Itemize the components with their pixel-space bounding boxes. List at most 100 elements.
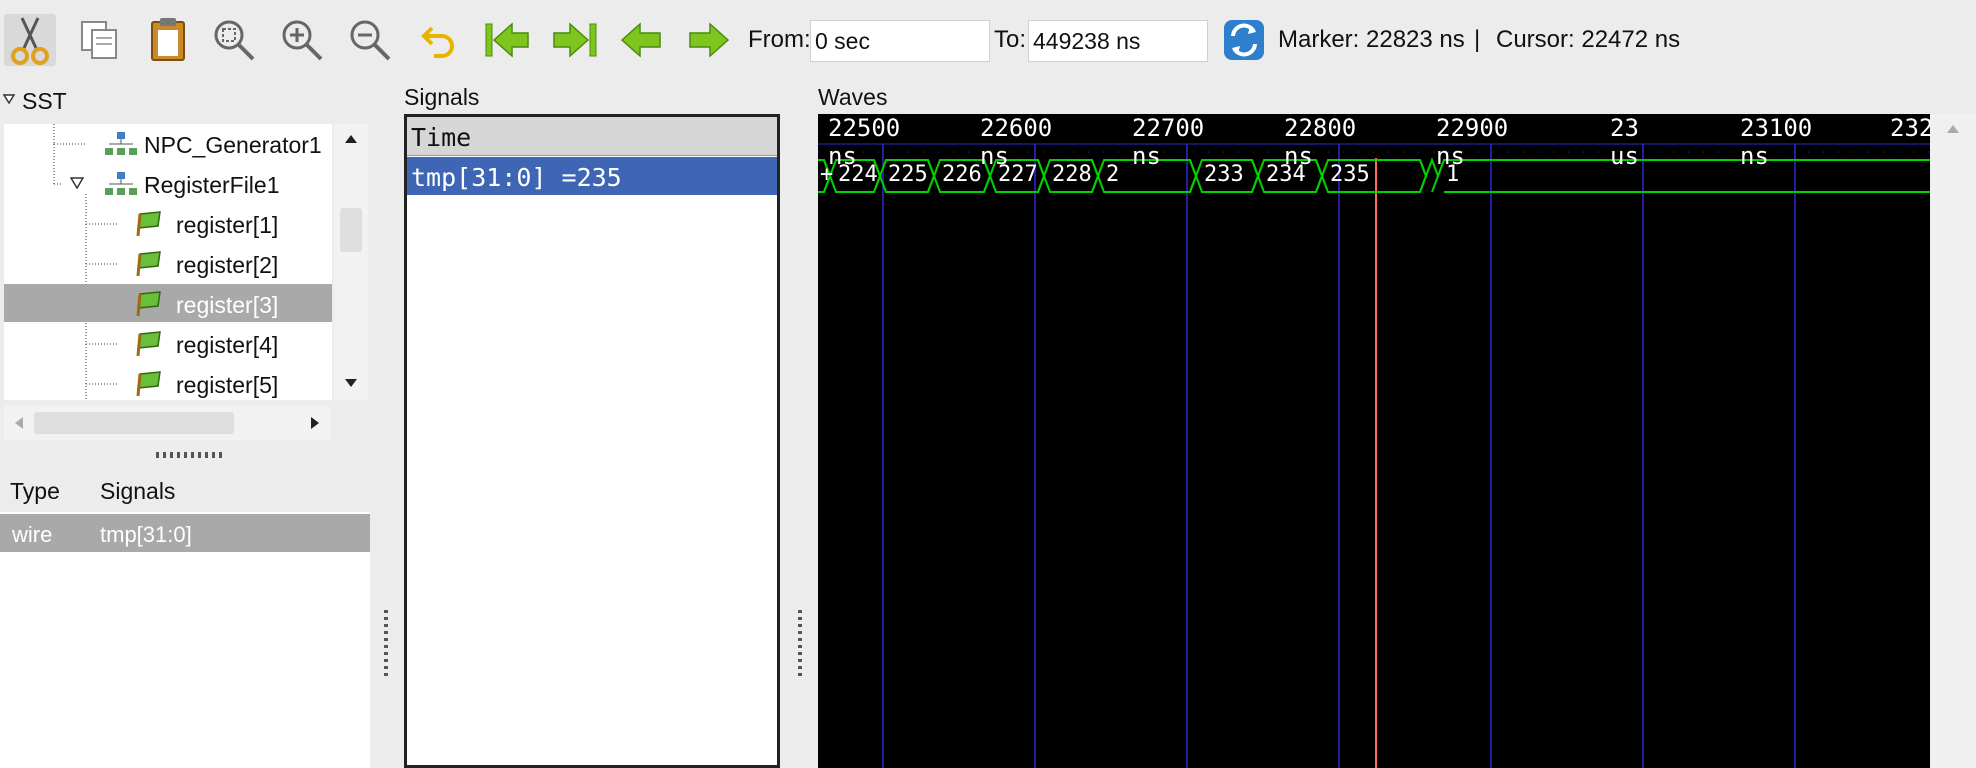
time-tick: 232	[1890, 114, 1930, 142]
splitter-grip-middle[interactable]	[798, 610, 802, 676]
zoom-out-icon	[350, 20, 391, 61]
reload-button[interactable]	[1218, 14, 1270, 66]
tree-item-label: RegisterFile1	[144, 172, 280, 198]
undo-button[interactable]	[414, 14, 466, 66]
time-tick: 23100 ns	[1740, 114, 1813, 170]
tree-item-label: register[1]	[176, 212, 279, 238]
time-tick: 23 us	[1610, 114, 1639, 170]
scroll-up-arrow-icon[interactable]	[1946, 124, 1960, 134]
sst-vertical-scroll-thumb[interactable]	[340, 208, 362, 252]
tree-item-npc-generator1[interactable]: NPC_Generator1	[4, 124, 332, 162]
tree-item-register-4[interactable]: register[4]	[4, 324, 332, 362]
splitter-grip-horizontal[interactable]	[156, 452, 226, 458]
tree-item-label: register[2]	[176, 252, 279, 278]
tree-item-register-3[interactable]: register[3]	[4, 284, 332, 322]
waves-panel-title: Waves	[818, 84, 888, 110]
tree-item-label: register[5]	[176, 372, 279, 398]
to-input[interactable]	[1028, 20, 1208, 62]
bus-value: 234	[1266, 162, 1306, 187]
tree-item-register-5[interactable]: register[5]	[4, 364, 332, 400]
sst-horizontal-scroll-thumb[interactable]	[34, 412, 234, 434]
readout-separator: |	[1474, 26, 1481, 53]
tree-item-label: register[3]	[176, 292, 279, 318]
tree-item-label: NPC_Generator1	[144, 132, 322, 158]
type-signals-list: wire tmp[31:0]	[0, 512, 370, 768]
undo-icon	[421, 26, 454, 58]
time-label: Time	[411, 123, 472, 152]
bus-value: 233	[1204, 162, 1244, 187]
sst-title: SST	[22, 88, 67, 114]
cut-button[interactable]	[4, 14, 56, 66]
from-label: From:	[748, 26, 811, 53]
zoom-out-button[interactable]	[344, 14, 396, 66]
sst-header[interactable]: SST	[0, 88, 380, 114]
scissors-icon	[11, 17, 49, 65]
paste-icon	[151, 18, 185, 61]
bus-value: 2	[1106, 162, 1120, 187]
waves-grid	[818, 143, 1930, 768]
zoom-in-icon	[282, 20, 323, 61]
flag-icon	[136, 251, 161, 277]
bus-value: 228	[1052, 162, 1092, 187]
waves-panel[interactable]: 22500 ns 22600 ns 22700 ns 22800 ns 2290…	[818, 114, 1930, 768]
time-tick: 22700 ns	[1132, 114, 1205, 170]
jump-end-button[interactable]	[548, 14, 600, 66]
jump-end-icon	[553, 22, 597, 58]
signal-row-value: tmp[31:0] =235	[411, 163, 622, 192]
step-forward-button[interactable]	[682, 14, 734, 66]
signals-panel[interactable]: Time tmp[31:0] =235	[404, 114, 780, 768]
expanded-triangle-icon[interactable]	[70, 177, 84, 189]
bus-value: 226	[942, 162, 982, 187]
copy-button[interactable]	[74, 14, 126, 66]
sst-vertical-scrollbar[interactable]	[334, 124, 368, 400]
scroll-left-arrow-icon[interactable]	[14, 416, 24, 430]
step-back-button[interactable]	[616, 14, 668, 66]
zoom-fit-button[interactable]	[208, 14, 260, 66]
bus-value: 224	[838, 162, 878, 187]
from-input[interactable]	[810, 20, 990, 62]
marker-readout: Marker: 22823 ns	[1278, 26, 1465, 53]
jump-start-button[interactable]	[482, 14, 534, 66]
zoom-fit-icon	[214, 20, 255, 61]
flag-icon	[136, 371, 161, 397]
signal-list-row[interactable]: wire tmp[31:0]	[0, 514, 370, 552]
splitter-grip-left[interactable]	[384, 610, 388, 676]
module-icon	[105, 132, 137, 155]
type-column-header: Type	[10, 478, 60, 504]
bus-value: 227	[998, 162, 1038, 187]
flag-icon	[136, 331, 161, 357]
sst-tree[interactable]: NPC_Generator1 RegisterFile1 register[1]…	[4, 124, 332, 400]
bus-value: 235	[1330, 162, 1370, 187]
toolbar: From: To: Marker: 22823 ns | Cursor: 224…	[0, 0, 1976, 84]
bus-value: 225	[888, 162, 928, 187]
signals-panel-title: Signals	[404, 84, 480, 110]
paste-button[interactable]	[142, 14, 194, 66]
copy-icon	[81, 21, 117, 59]
step-back-icon	[620, 22, 661, 58]
signal-row-tmp[interactable]: tmp[31:0] =235	[407, 157, 777, 195]
module-icon	[105, 172, 137, 195]
sst-horizontal-scrollbar[interactable]	[4, 406, 330, 440]
reload-icon	[1224, 20, 1264, 60]
to-label: To:	[994, 26, 1027, 53]
signal-type: wire	[12, 522, 53, 547]
flag-icon	[136, 211, 161, 237]
cursor-readout: Cursor: 22472 ns	[1496, 26, 1681, 53]
tree-item-register-1[interactable]: register[1]	[4, 204, 332, 242]
signal-name: tmp[31:0]	[100, 522, 192, 547]
signals-column-header: Signals	[100, 478, 176, 504]
collapse-triangle-icon[interactable]	[2, 92, 16, 106]
scroll-up-arrow-icon[interactable]	[344, 134, 358, 144]
time-row[interactable]: Time	[407, 117, 777, 156]
scroll-down-arrow-icon[interactable]	[344, 378, 358, 388]
tree-item-register-2[interactable]: register[2]	[4, 244, 332, 282]
bus-value: 1	[1446, 162, 1460, 187]
tree-item-registerfile1[interactable]: RegisterFile1	[4, 164, 332, 202]
bus-value: +	[820, 162, 834, 187]
scroll-right-arrow-icon[interactable]	[310, 416, 320, 430]
step-forward-icon	[689, 22, 730, 58]
tree-item-label: register[4]	[176, 332, 279, 358]
zoom-in-button[interactable]	[276, 14, 328, 66]
flag-icon	[136, 291, 161, 317]
waves-vertical-scrollbar[interactable]	[1930, 114, 1976, 768]
